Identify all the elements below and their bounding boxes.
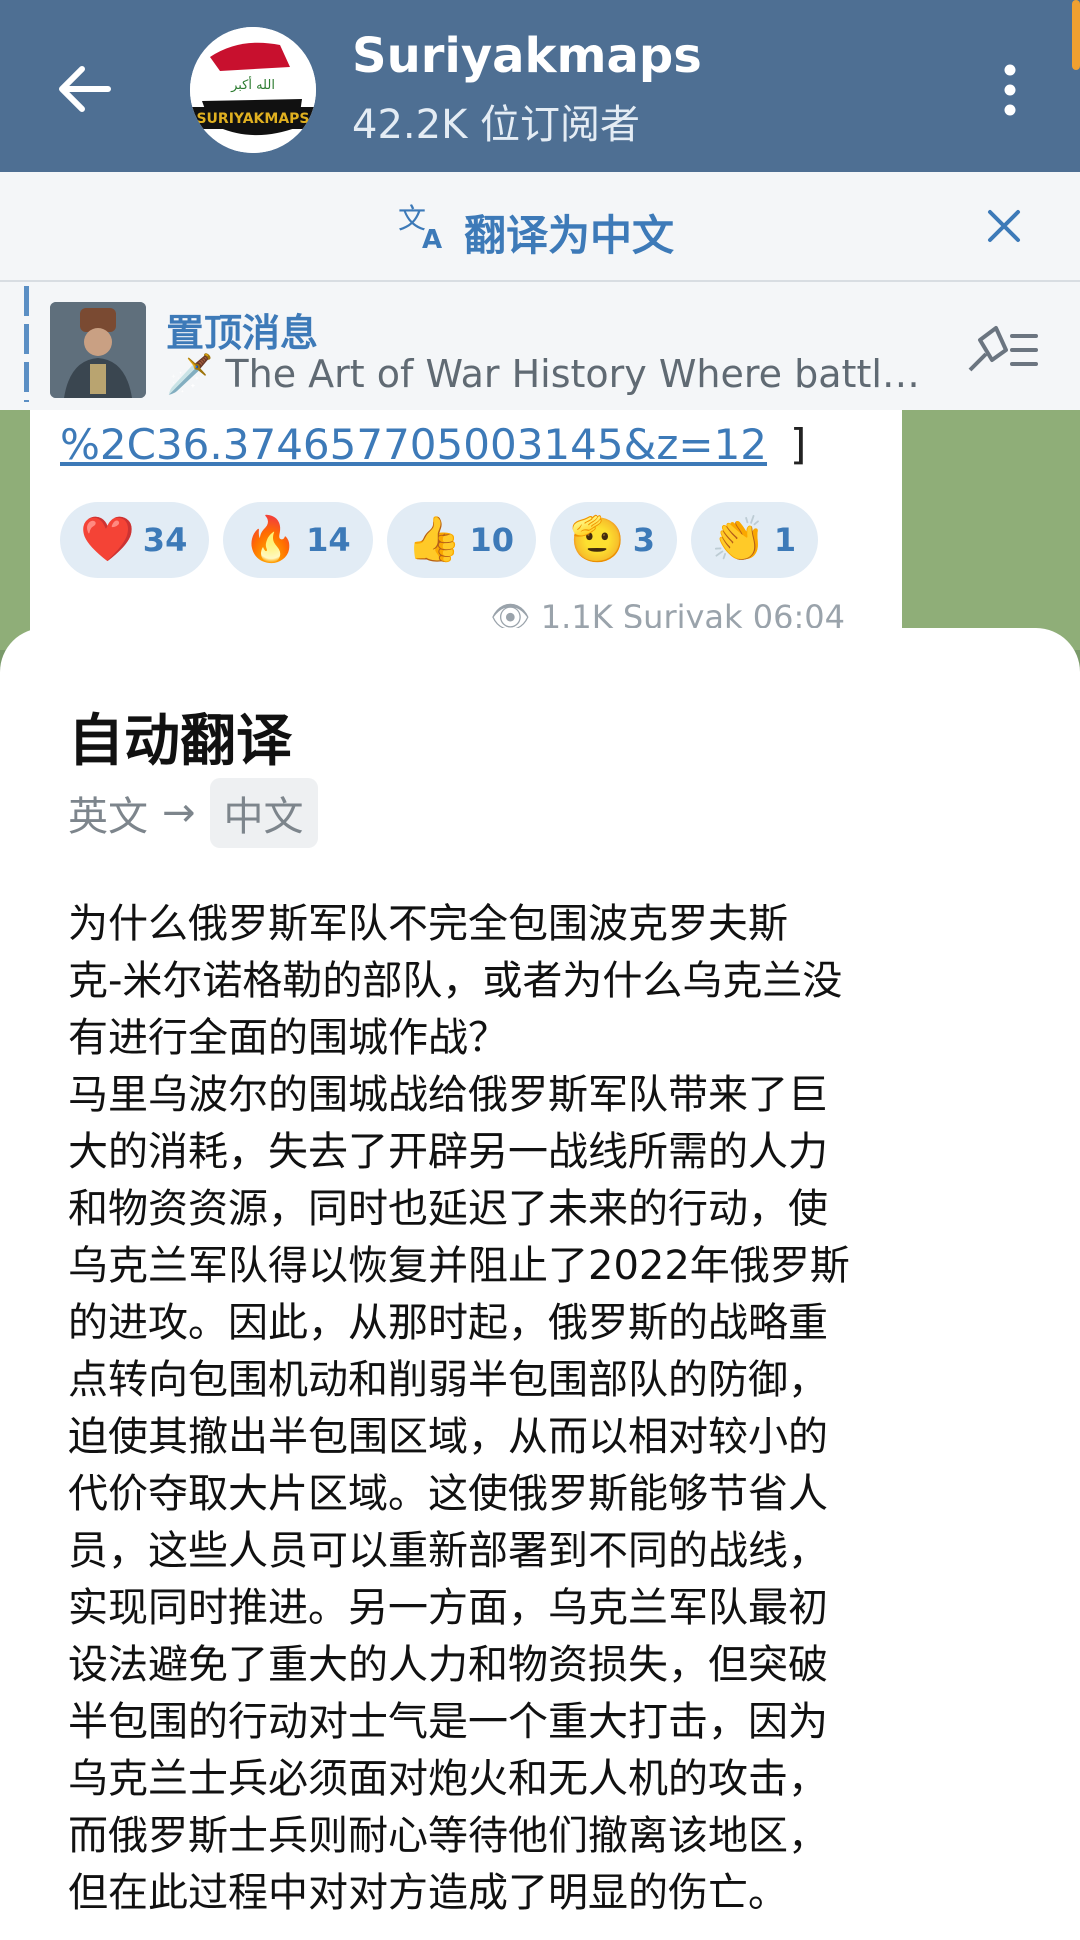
fire-icon: 🔥 <box>243 514 299 565</box>
pinned-message-bar[interactable]: 置顶消息 🗡️ The Art of War History Where bat… <box>0 282 1080 410</box>
reaction-thumbs-up[interactable]: 👍 10 <box>386 502 536 578</box>
reaction-count: 14 <box>306 521 351 559</box>
subscriber-count: 42.2K 位订阅者 <box>352 102 641 148</box>
pinned-preview: 🗡️ The Art of War History Where battl… <box>166 352 920 396</box>
reaction-salute[interactable]: 🫡 3 <box>549 502 678 578</box>
message-link[interactable]: %2C36.374657705003145&z=12 <box>60 420 767 469</box>
pinned-thumbnail <box>50 302 146 398</box>
translate-bar[interactable]: 文 A 翻译为中文 <box>0 172 1080 282</box>
pinned-title: 置顶消息 <box>166 311 319 355</box>
target-language-select[interactable]: 中文 <box>209 778 318 848</box>
clap-icon: 👏 <box>711 514 766 565</box>
reaction-count: 3 <box>632 521 656 559</box>
translate-icon: 文 A <box>396 200 448 255</box>
reaction-clap[interactable]: 👏 1 <box>691 502 819 578</box>
thumbs-up-icon: 👍 <box>406 514 462 565</box>
reaction-heart[interactable]: ❤️ 34 <box>60 502 210 578</box>
svg-text:SURIYAKMAPS: SURIYAKMAPS <box>196 111 309 127</box>
translate-label[interactable]: 翻译为中文 <box>464 202 674 263</box>
scroll-indicator <box>1072 0 1080 70</box>
message-bubble[interactable]: %2C36.374657705003145&z=12 ] ❤️ 34 🔥 14 … <box>30 410 902 650</box>
salute-icon: 🫡 <box>569 514 625 565</box>
svg-text:الله أكبر: الله أكبر <box>230 76 275 93</box>
channel-avatar[interactable]: الله أكبر SURIYAKMAPS <box>190 27 316 153</box>
close-icon[interactable] <box>984 206 1024 246</box>
more-options-icon[interactable] <box>990 60 1030 120</box>
auto-translate-sheet: 自动翻译 英文 → 中文 为什么俄罗斯军队不完全包围波克罗夫斯 克-米尔诺格勒的… <box>0 628 1080 1940</box>
back-arrow-icon[interactable] <box>50 54 120 124</box>
sheet-title: 自动翻译 <box>68 709 292 774</box>
reaction-count: 34 <box>142 521 188 559</box>
reaction-count: 10 <box>469 521 514 559</box>
reactions-row: ❤️ 34 🔥 14 👍 10 🫡 3 👏 1 <box>60 502 819 578</box>
language-row: 英文 → 中文 <box>68 778 318 848</box>
pinned-list-icon[interactable] <box>962 320 1042 380</box>
pinned-indicator <box>24 286 29 402</box>
reaction-count: 1 <box>773 521 797 559</box>
heart-icon: ❤️ <box>80 514 135 565</box>
channel-header: الله أكبر SURIYAKMAPS Suriyakmaps 42.2K … <box>0 0 1080 172</box>
message-bracket: ] <box>790 420 807 469</box>
arrow-right-icon: → <box>162 790 196 836</box>
svg-text:A: A <box>422 225 442 252</box>
source-language: 英文 <box>68 794 148 840</box>
channel-title[interactable]: Suriyakmaps <box>352 28 702 84</box>
translated-text: 为什么俄罗斯军队不完全包围波克罗夫斯 克-米尔诺格勒的部队，或者为什么乌克兰没 … <box>68 901 850 1916</box>
reaction-fire[interactable]: 🔥 14 <box>223 502 373 578</box>
